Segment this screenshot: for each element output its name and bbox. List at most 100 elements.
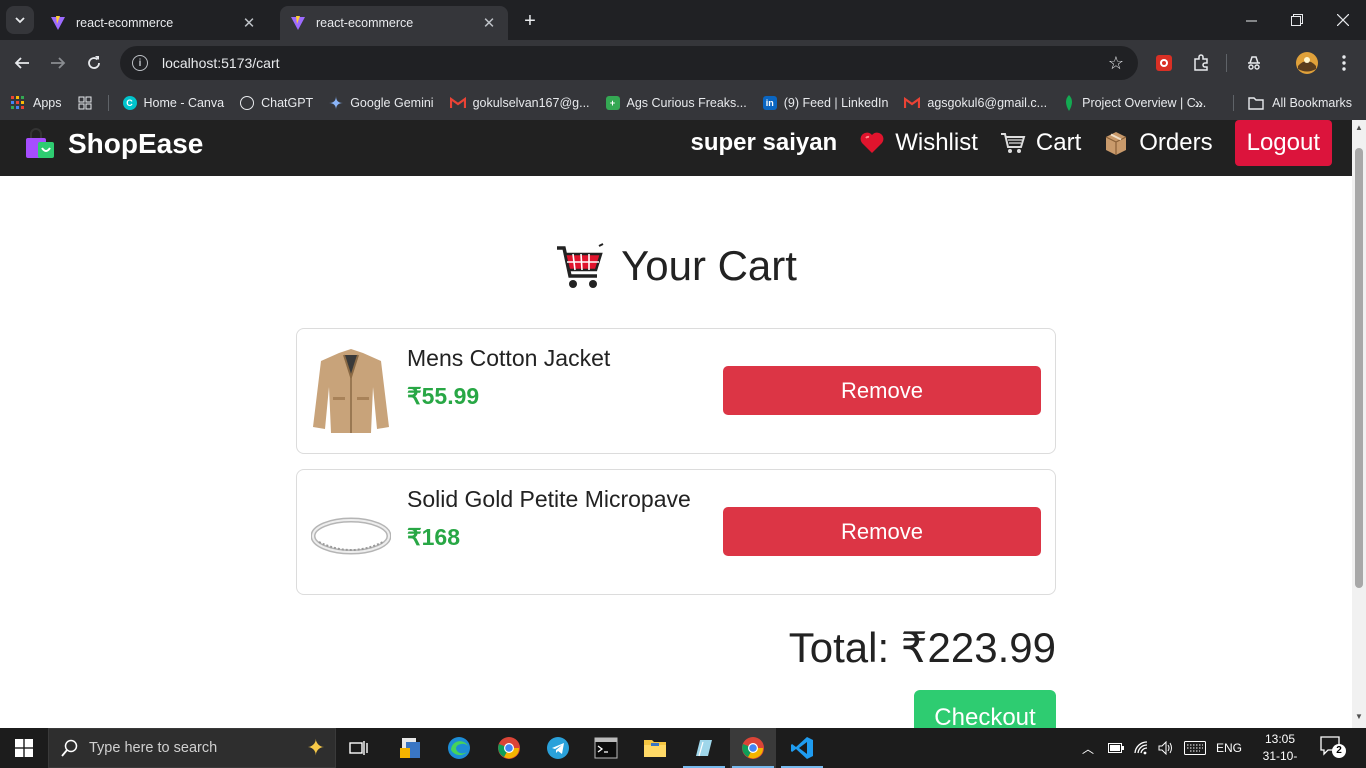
show-hidden-icons-chevron-icon[interactable]: ︿ [1082,740,1094,757]
taskbar-app-files[interactable] [387,728,433,768]
bookmarks-bar: Apps C Home - Canva ChatGPT Google Gemin… [0,86,1366,120]
taskbar-app-telegram[interactable] [535,728,581,768]
close-window-button[interactable] [1320,0,1366,40]
restore-button[interactable] [1274,0,1320,40]
shopping-cart-icon [555,242,605,290]
windows-logo-icon [15,739,33,757]
bookmark-gmail-1[interactable]: gokulselvan167@g... [449,96,590,110]
task-view-button[interactable] [336,728,382,768]
scroll-down-icon[interactable]: ▼ [1355,712,1363,721]
copilot-sparkle-icon[interactable]: ✦ [307,735,325,761]
bookmark-linkedin[interactable]: in (9) Feed | LinkedIn [762,96,888,110]
close-icon [1337,14,1349,26]
bookmarks-separator [107,95,109,111]
notification-center-button[interactable]: 2 [1320,736,1350,760]
logout-button[interactable]: Logout [1234,120,1332,166]
profile-avatar[interactable] [1293,49,1321,77]
brand-logo[interactable]: ShopEase [24,128,203,160]
nav-links: super saiyan Wishlist Cart Orders Logout [690,120,1332,166]
ags-icon: + [605,96,620,110]
address-bar[interactable]: i localhost:5173/cart ☆ [120,46,1138,80]
bookmark-apps[interactable]: Apps [10,95,62,111]
remove-button[interactable]: Remove [723,507,1041,556]
web-page: ShopEase super saiyan Wishlist Cart Orde… [0,120,1352,728]
product-name[interactable]: Mens Cotton Jacket [407,345,610,372]
all-bookmarks[interactable]: All Bookmarks [1248,96,1352,110]
cart-title-text: Your Cart [621,242,797,289]
product-name[interactable]: Solid Gold Petite Micropave [407,486,691,513]
system-tray: ︿ ENG [1082,728,1242,768]
taskbar-app-file-explorer[interactable] [632,728,678,768]
toolbar-divider [1226,54,1227,72]
site-info-icon[interactable]: i [132,55,148,71]
bookmark-chatgpt[interactable]: ChatGPT [240,96,313,110]
forward-arrow-icon [51,57,66,69]
volume-icon[interactable] [1158,741,1174,755]
browser-menu-icon[interactable] [1330,49,1358,77]
product-price: ₹168 [407,524,461,550]
browser-tab[interactable]: react-ecommerce ✕ [40,6,268,40]
bookmark-ags[interactable]: + Ags Curious Freaks... [605,96,747,110]
keyboard-icon[interactable] [1184,741,1207,755]
incognito-icon[interactable] [1240,49,1268,77]
language-indicator[interactable]: ENG [1216,741,1242,755]
cart-item: Mens Cotton Jacket ₹55.99 Remove [296,328,1056,454]
start-button[interactable] [0,728,48,768]
forward-button[interactable] [44,49,72,77]
nav-cart-link[interactable]: Cart [1000,129,1081,157]
nav-orders-label: Orders [1139,129,1213,156]
remove-button[interactable]: Remove [723,366,1041,415]
battery-icon[interactable] [1108,743,1125,753]
bookmark-gmail-2[interactable]: agsgokul6@gmail.c... [904,96,1047,110]
bookmark-tab-groups[interactable] [78,96,92,110]
close-icon[interactable]: ✕ [240,14,258,32]
chatgpt-icon [240,96,255,110]
more-bookmarks-chevron-icon[interactable]: » [1195,95,1203,112]
taskbar-app-vscode[interactable] [779,728,825,768]
extension-red-icon[interactable] [1150,49,1178,77]
new-tab-button[interactable]: + [517,8,543,34]
taskbar-app-terminal[interactable] [583,728,629,768]
notification-count-badge: 2 [1332,744,1346,758]
tab-groups-icon [78,96,91,110]
taskbar-clock[interactable]: 13:05 31-10-2025 [1258,731,1302,768]
scroll-up-icon[interactable]: ▲ [1355,123,1363,132]
back-button[interactable] [8,49,36,77]
reload-button[interactable] [80,49,108,77]
product-price: ₹55.99 [407,383,480,409]
nav-wishlist-label: Wishlist [895,129,978,156]
chevron-down-icon [15,17,25,24]
network-icon[interactable] [1134,741,1150,755]
reload-icon [88,56,100,69]
page-title: Your Cart [0,242,1352,290]
product-image-jacket [313,349,389,433]
bookmark-gemini[interactable]: Google Gemini [329,96,434,110]
clock-date: 31-10-2025 [1262,749,1298,768]
nav-wishlist-link[interactable]: Wishlist [859,129,978,157]
minimize-button[interactable] [1228,0,1274,40]
taskbar-search-box[interactable]: Type here to search ✦ [48,728,336,768]
checkout-button[interactable]: Checkout [914,690,1056,728]
taskbar-app-chrome-active[interactable] [730,728,776,768]
browser-tab-active[interactable]: react-ecommerce ✕ [280,6,508,40]
edge-icon [448,737,470,759]
bookmark-canva[interactable]: C Home - Canva [122,96,224,110]
taskbar-app-notes[interactable] [681,728,727,768]
nav-orders-link[interactable]: Orders [1103,129,1213,157]
extensions-puzzle-icon[interactable] [1187,49,1215,77]
close-icon[interactable]: ✕ [480,14,498,32]
taskbar-app-chrome[interactable] [486,728,532,768]
telegram-icon [547,737,569,759]
all-bookmarks-label: All Bookmarks [1272,96,1352,110]
vite-icon [51,16,65,30]
bookmark-star-icon[interactable]: ☆ [1108,53,1124,74]
bookmark-mongodb[interactable]: Project Overview | C... [1063,95,1206,111]
scrollbar-thumb[interactable] [1355,148,1363,588]
url-text[interactable]: localhost:5173/cart [162,55,1108,71]
tab-search-button[interactable] [6,6,34,34]
bookmarks-separator [1233,95,1235,111]
page-scrollbar[interactable]: ▲ ▼ [1352,120,1366,728]
chrome-icon [742,737,764,759]
taskbar-app-edge[interactable] [436,728,482,768]
nav-cart-label: Cart [1035,129,1082,156]
